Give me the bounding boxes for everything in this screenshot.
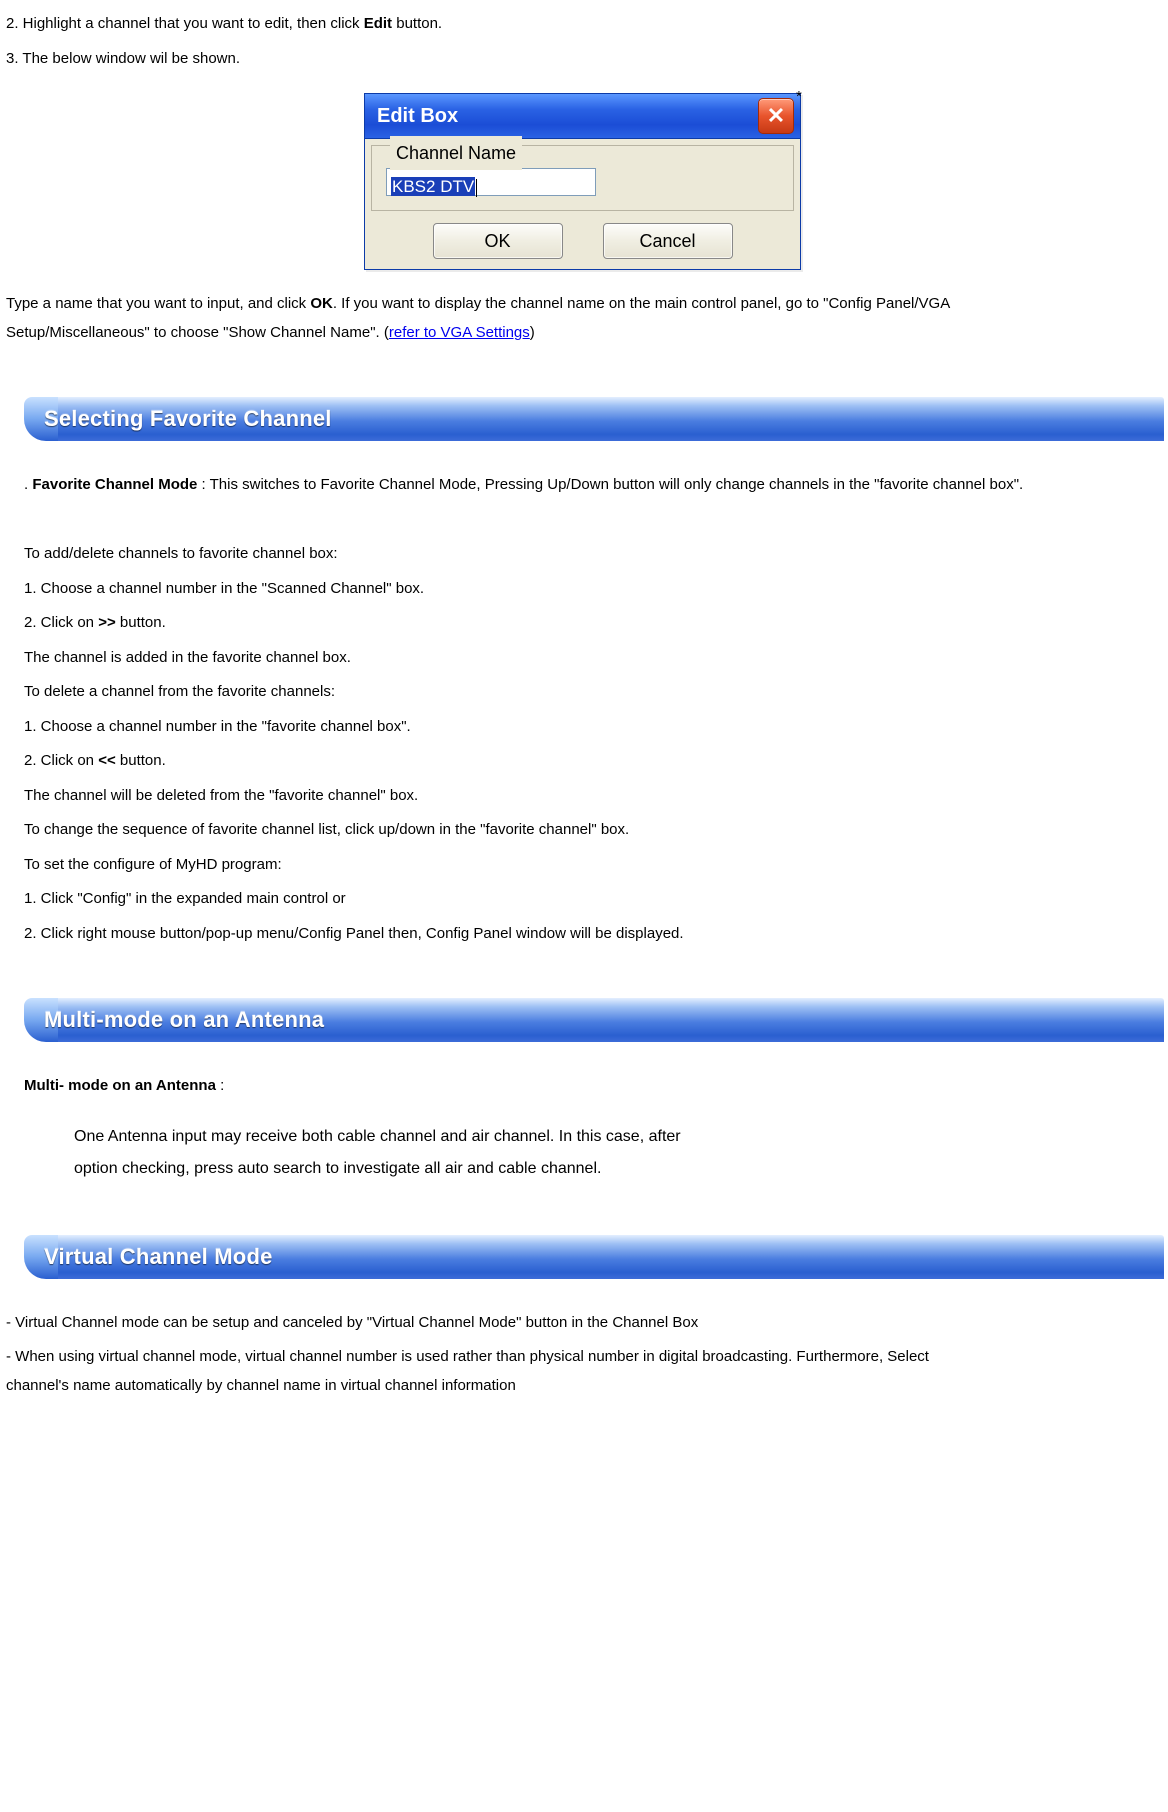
section-header-selecting-favorite: Selecting Favorite Channel — [24, 397, 1164, 441]
text: button. — [392, 15, 442, 32]
text: : This switches to Favorite Channel Mode… — [197, 476, 1023, 493]
add-result: The channel is added in the favorite cha… — [24, 644, 1162, 673]
delete-step-2: 2. Click on << button. — [24, 747, 1162, 776]
favorite-mode-label: Favorite Channel Mode — [32, 476, 197, 493]
text-line-1: One Antenna input may receive both cable… — [74, 1121, 1042, 1153]
asterisk: * — [796, 83, 802, 112]
section-title: Selecting Favorite Channel — [44, 397, 332, 441]
text: 2. Click on — [24, 752, 98, 769]
section-header-virtual: Virtual Channel Mode — [24, 1235, 1164, 1279]
dialog-title: Edit Box — [377, 97, 458, 135]
config-title: To set the configure of MyHD program: — [24, 851, 1162, 880]
refer-vga-link[interactable]: refer to VGA Settings — [389, 324, 530, 341]
edit-box-dialog-figure: * Edit Box ✕ Channel Name KBS2 DTV OK Ca… — [364, 93, 804, 270]
edit-box-dialog: Edit Box ✕ Channel Name KBS2 DTV OK Canc… — [364, 93, 801, 270]
ok-keyword: OK — [310, 295, 333, 312]
dialog-titlebar: Edit Box ✕ — [365, 94, 800, 139]
step-3-text: 3. The below window wil be shown. — [6, 45, 1162, 74]
multimode-section-body: Multi- mode on an Antenna : One Antenna … — [6, 1072, 1162, 1185]
multimode-description: One Antenna input may receive both cable… — [24, 1121, 1162, 1185]
text: Type a name that you want to input, and … — [6, 295, 310, 312]
group-label: Channel Name — [390, 136, 522, 170]
multimode-label: Multi- mode on an Antenna — [24, 1077, 216, 1094]
delete-button-symbol: << — [98, 752, 116, 769]
close-button[interactable]: ✕ — [758, 98, 794, 134]
virtual-section-body: - Virtual Channel mode can be setup and … — [6, 1309, 986, 1401]
section-title: Multi-mode on an Antenna — [44, 998, 324, 1042]
add-step-1: 1. Choose a channel number in the "Scann… — [24, 575, 1162, 604]
favorite-section-body: . Favorite Channel Mode : This switches … — [6, 471, 1162, 948]
dialog-button-row: OK Cancel — [371, 219, 794, 259]
type-name-paragraph: Type a name that you want to input, and … — [6, 290, 966, 347]
cancel-button[interactable]: Cancel — [603, 223, 733, 259]
virtual-p1: - Virtual Channel mode can be setup and … — [6, 1309, 986, 1338]
multimode-heading-line: Multi- mode on an Antenna : — [24, 1072, 1162, 1101]
step-2-text: 2. Highlight a channel that you want to … — [6, 10, 1162, 39]
channel-name-group: Channel Name KBS2 DTV — [371, 145, 794, 211]
favorite-mode-desc: . Favorite Channel Mode : This switches … — [24, 471, 1162, 500]
text: : — [216, 1077, 224, 1094]
sequence-note: To change the sequence of favorite chann… — [24, 816, 1162, 845]
text: ) — [530, 324, 535, 341]
section-header-multimode: Multi-mode on an Antenna — [24, 998, 1164, 1042]
text: button. — [116, 752, 166, 769]
dialog-body: Channel Name KBS2 DTV OK Cancel — [365, 139, 800, 269]
delete-step-1: 1. Choose a channel number in the "favor… — [24, 713, 1162, 742]
section-title: Virtual Channel Mode — [44, 1235, 273, 1279]
ok-button[interactable]: OK — [433, 223, 563, 259]
add-step-2: 2. Click on >> button. — [24, 609, 1162, 638]
text: 2. Highlight a channel that you want to … — [6, 15, 364, 32]
text-line-2: option checking, press auto search to in… — [74, 1153, 1042, 1185]
channel-name-input[interactable]: KBS2 DTV — [386, 168, 596, 196]
close-icon: ✕ — [767, 95, 785, 137]
text: button. — [116, 614, 166, 631]
input-selection: KBS2 DTV — [391, 177, 475, 196]
virtual-p2: - When using virtual channel mode, virtu… — [6, 1343, 986, 1400]
edit-keyword: Edit — [364, 15, 392, 32]
add-button-symbol: >> — [98, 614, 116, 631]
delete-result: The channel will be deleted from the "fa… — [24, 782, 1162, 811]
delete-title: To delete a channel from the favorite ch… — [24, 678, 1162, 707]
config-step-2: 2. Click right mouse button/pop-up menu/… — [24, 920, 1162, 949]
config-step-1: 1. Click "Config" in the expanded main c… — [24, 885, 1162, 914]
text: 2. Click on — [24, 614, 98, 631]
add-delete-title: To add/delete channels to favorite chann… — [24, 540, 1162, 569]
text-caret — [476, 179, 477, 197]
